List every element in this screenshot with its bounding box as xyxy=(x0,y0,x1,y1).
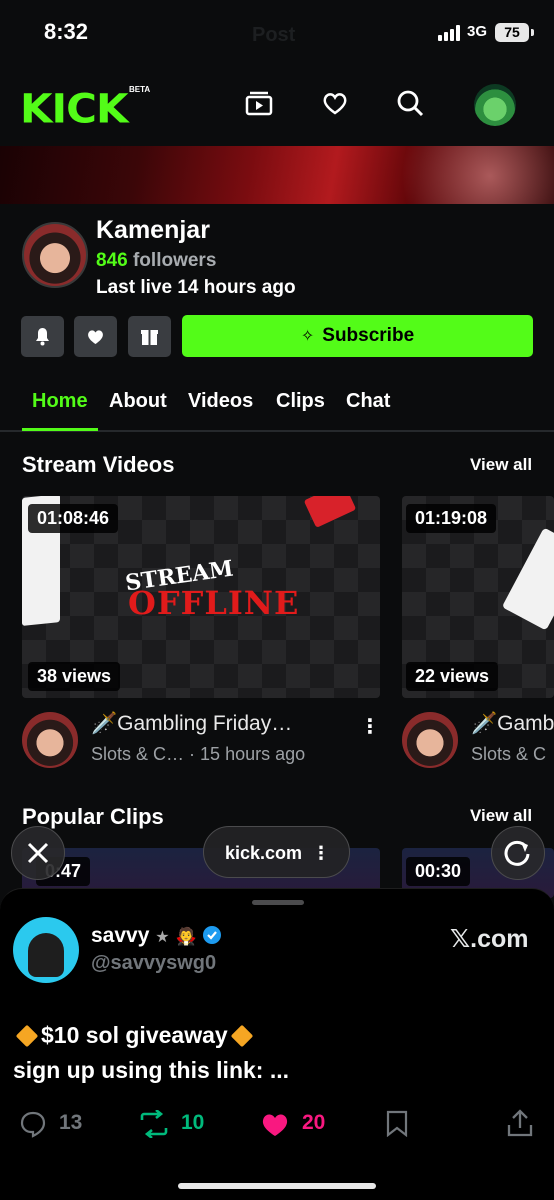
reload-button[interactable] xyxy=(491,826,545,880)
reply-icon[interactable] xyxy=(19,1110,47,1138)
playing-card-decoration xyxy=(501,527,554,631)
playing-card-decoration xyxy=(303,496,357,528)
clip-duration: 00:30 xyxy=(406,857,471,886)
notification-button[interactable] xyxy=(21,316,64,357)
video-age: 15 hours ago xyxy=(200,744,306,764)
more-options-icon[interactable]: ⋮ xyxy=(360,714,380,739)
popular-clips-view-all[interactable]: View all xyxy=(470,806,532,826)
video-thumbnail[interactable]: 01:19:08 22 views xyxy=(402,496,554,698)
followers-label: followers xyxy=(132,250,217,271)
beta-badge: BETA xyxy=(129,85,151,94)
video-title[interactable]: 🗡️Gambling Friday… xyxy=(91,712,292,736)
tweet-author-name[interactable]: savvy ★ 🧛 xyxy=(91,924,222,948)
diamond-icon xyxy=(230,1024,254,1048)
verified-badge-icon xyxy=(203,926,222,944)
close-button[interactable] xyxy=(11,826,65,880)
follow-button[interactable] xyxy=(74,316,117,357)
kick-logo[interactable]: KICK xyxy=(20,85,129,132)
reload-icon xyxy=(504,840,530,866)
url-text: kick.com xyxy=(225,843,303,863)
tweet-text: $10 sol giveaway sign up using this link… xyxy=(13,1022,289,1083)
diamond-icon xyxy=(15,1024,39,1048)
like-icon[interactable] xyxy=(260,1110,290,1138)
channel-banner xyxy=(0,146,554,204)
share-icon[interactable] xyxy=(506,1108,534,1138)
video-category[interactable]: Slots & C… xyxy=(91,744,184,764)
network-type: 3G xyxy=(467,23,488,40)
heart-icon[interactable] xyxy=(320,88,350,118)
tab-clips[interactable]: Clips xyxy=(276,390,325,413)
tab-videos[interactable]: Videos xyxy=(188,390,253,413)
last-live-text: Last live 14 hours ago xyxy=(96,277,296,298)
video-duration: 01:19:08 xyxy=(406,504,497,533)
url-bar[interactable]: kick.com ⋮ xyxy=(203,826,350,878)
retweet-icon[interactable] xyxy=(138,1110,170,1138)
like-count: 20 xyxy=(302,1111,326,1134)
tab-home[interactable]: Home xyxy=(32,390,88,413)
heart-filled-icon xyxy=(88,330,103,344)
offline-overlay-text: OFFLINE xyxy=(128,584,300,622)
browse-icon[interactable] xyxy=(244,88,274,118)
tab-about[interactable]: About xyxy=(109,390,167,413)
signal-icon xyxy=(438,25,460,41)
status-ghost-text: Post xyxy=(252,24,296,46)
bookmark-icon[interactable] xyxy=(385,1109,409,1137)
video-duration: 01:08:46 xyxy=(28,504,119,533)
video-title[interactable]: 🗡️Gamb xyxy=(471,712,554,736)
reply-count: 13 xyxy=(59,1111,83,1134)
video-category[interactable]: Slots & C xyxy=(471,744,546,765)
video-channel-avatar[interactable] xyxy=(402,712,458,768)
stream-videos-title: Stream Videos xyxy=(22,452,175,477)
followers-count: 846 followers xyxy=(96,250,216,272)
video-views: 38 views xyxy=(28,662,121,691)
tweet-avatar[interactable] xyxy=(13,917,79,983)
sheet-grabber[interactable] xyxy=(252,900,304,905)
channel-name: Kamenjar xyxy=(96,216,210,244)
tweet-handle[interactable]: @savvyswg0 xyxy=(91,952,216,975)
status-time: 8:32 xyxy=(44,19,89,44)
gift-button[interactable] xyxy=(128,316,171,357)
sparkle-icon: ✧ xyxy=(300,328,315,345)
subscribe-label: Subscribe xyxy=(322,325,415,346)
url-menu-icon[interactable]: ⋮ xyxy=(312,827,330,879)
retweet-count: 10 xyxy=(181,1111,205,1134)
emoji-icon: 🧛 xyxy=(175,927,197,946)
star-icon: ★ xyxy=(155,929,170,946)
status-bar: 8:32 Post 3G 75 xyxy=(0,0,554,62)
close-icon xyxy=(27,842,49,864)
search-icon[interactable] xyxy=(395,88,425,118)
subscribe-button[interactable]: ✧ Subscribe xyxy=(182,315,533,357)
video-channel-avatar[interactable] xyxy=(22,712,78,768)
bell-icon xyxy=(36,328,49,346)
active-tab-indicator xyxy=(22,428,98,431)
tab-chat[interactable]: Chat xyxy=(346,390,390,413)
channel-avatar[interactable] xyxy=(22,222,88,288)
video-views: 22 views xyxy=(406,662,499,691)
home-indicator[interactable] xyxy=(178,1183,376,1189)
followers-number: 846 xyxy=(96,250,128,271)
x-com-source[interactable]: 𝕏.com xyxy=(450,924,529,954)
video-meta: Slots & C… · 15 hours ago xyxy=(91,744,306,764)
channel-tabs: Home About Videos Clips Chat xyxy=(0,390,554,432)
user-avatar[interactable] xyxy=(474,84,516,126)
gift-icon xyxy=(141,330,158,345)
stream-videos-view-all[interactable]: View all xyxy=(470,455,532,475)
battery-icon: 75 xyxy=(495,23,534,42)
